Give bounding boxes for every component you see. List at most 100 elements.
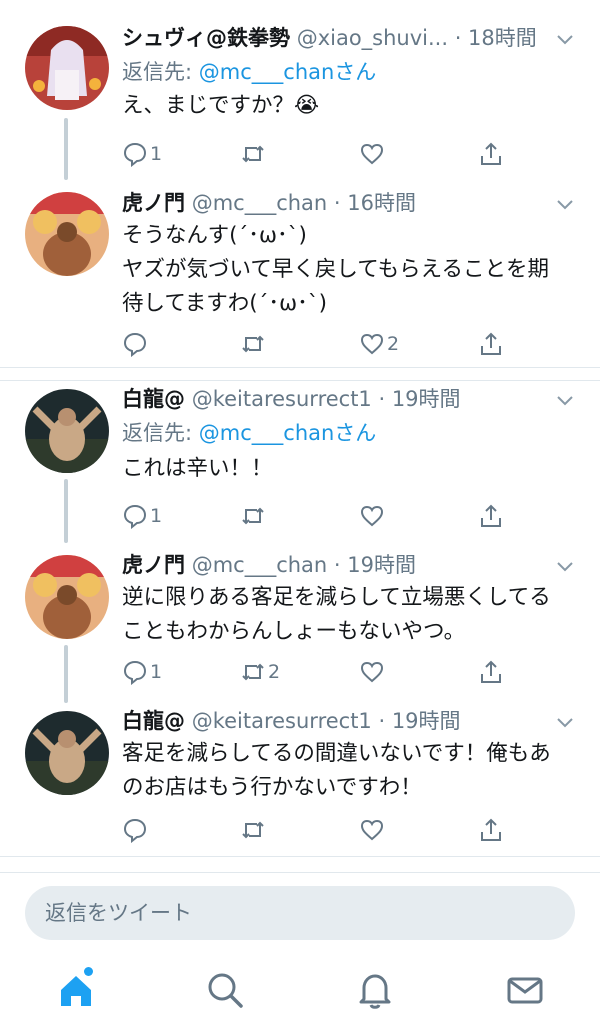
tweet-header: シュヴィ@鉄拳勢 @xiao_shuvi... · 18時間	[122, 21, 560, 55]
tweet[interactable]: 白龍@ @keitaresurrect1 · 19時間 返信先: @mc___c…	[0, 381, 600, 543]
reply-button[interactable]	[122, 327, 150, 361]
share-button[interactable]	[478, 327, 504, 361]
reply-composer-input[interactable]: 返信をツイート	[25, 886, 575, 940]
retweet-button[interactable]: 2	[240, 655, 280, 689]
tweet-text-line: え、まじですか？😭	[122, 93, 320, 118]
tweet[interactable]: シュヴィ@鉄拳勢 @xiao_shuvi... · 18時間 返信先: @mc_…	[0, 0, 600, 185]
home-icon	[61, 976, 91, 1006]
tweet[interactable]: 虎ノ門 @mc___chan · 19時間 逆に限りある客足を減らして立場悪くし…	[0, 543, 600, 703]
tweet[interactable]: 虎ノ門 @mc___chan · 16時間 そうなんす(´･ω･`) ヤズが気づ…	[0, 185, 600, 367]
share-icon	[481, 142, 501, 165]
display-name[interactable]: 白龍@	[122, 387, 185, 411]
share-button[interactable]	[478, 655, 504, 689]
tab-home[interactable]	[56, 967, 96, 1010]
tweet-text: これは辛い！！	[122, 452, 578, 486]
reply-icon	[123, 332, 147, 357]
retweet-button[interactable]	[240, 813, 268, 847]
like-button[interactable]	[359, 655, 387, 689]
tweet[interactable]: 白龍@ @keitaresurrect1 · 19時間 客足を減らしてるの間違い…	[0, 703, 600, 856]
heart-icon	[360, 819, 384, 841]
display-name[interactable]: 虎ノ門	[122, 191, 185, 215]
reply-to-prefix: 返信先:	[122, 60, 199, 84]
tweet-header: 白龍@ @keitaresurrect1 · 19時間	[122, 382, 560, 416]
display-name[interactable]: シュヴィ@鉄拳勢	[122, 26, 290, 50]
chevron-down-icon[interactable]	[556, 391, 574, 409]
avatar[interactable]	[25, 555, 109, 639]
like-count: 2	[387, 333, 400, 355]
handle-time: @mc___chan · 19時間	[191, 553, 416, 577]
chevron-down-icon[interactable]	[556, 195, 574, 213]
divider	[0, 872, 600, 873]
reply-icon	[123, 504, 147, 529]
retweet-icon	[242, 821, 264, 839]
reply-to: 返信先: @mc___chanさん	[122, 416, 376, 450]
tweet-text-line: そうなんす(´･ω･`)	[122, 223, 307, 248]
heart-icon	[360, 661, 384, 683]
tweet-text-line: 逆に限りある客足を減らして立場悪くしてる	[122, 585, 551, 610]
tweet-text-line: これは辛い！！	[122, 456, 273, 481]
retweet-button[interactable]	[240, 327, 268, 361]
share-icon	[481, 504, 501, 527]
reply-to-prefix: 返信先:	[122, 421, 199, 445]
reply-to: 返信先: @mc___chanさん	[122, 55, 376, 89]
conversation-separator	[0, 367, 600, 381]
avatar[interactable]	[25, 192, 109, 276]
thread-line	[64, 645, 68, 703]
tweet-actions: 2	[122, 327, 512, 361]
reply-button[interactable]: 1	[122, 137, 162, 171]
reply-count: 1	[150, 505, 163, 527]
handle-time: @mc___chan · 16時間	[191, 191, 416, 215]
like-button[interactable]: 2	[359, 327, 399, 361]
search-icon	[208, 973, 243, 1008]
tweet-text: そうなんす(´･ω･`) ヤズが気づいて早く戻してもらえることを期 待してますわ…	[122, 219, 578, 321]
chevron-down-icon[interactable]	[556, 30, 574, 48]
reply-button[interactable]: 1	[122, 499, 162, 533]
avatar[interactable]	[25, 26, 109, 110]
heart-icon	[360, 143, 384, 165]
share-icon	[481, 332, 501, 355]
tab-messages[interactable]	[505, 970, 545, 1010]
reply-icon	[123, 818, 147, 843]
tweet-actions: 1	[122, 499, 512, 533]
retweet-button[interactable]	[240, 499, 268, 533]
share-button[interactable]	[478, 813, 504, 847]
display-name[interactable]: 白龍@	[122, 709, 185, 733]
retweet-button[interactable]	[240, 137, 268, 171]
chevron-down-icon[interactable]	[556, 713, 574, 731]
mention-link[interactable]: @mc___chanさん	[199, 60, 377, 84]
tab-search[interactable]	[205, 970, 245, 1010]
chevron-down-icon[interactable]	[556, 557, 574, 575]
retweet-icon	[242, 507, 264, 525]
retweet-count: 2	[268, 661, 281, 683]
tab-notifications[interactable]	[355, 970, 395, 1010]
tweet-text: 逆に限りある客足を減らして立場悪くしてる こともわからんしょーもないやつ。	[122, 581, 578, 649]
tweet-header: 白龍@ @keitaresurrect1 · 19時間	[122, 704, 560, 738]
share-button[interactable]	[478, 499, 504, 533]
heart-icon	[360, 333, 384, 355]
notifications-icon	[359, 974, 391, 1009]
reply-button[interactable]	[122, 813, 150, 847]
mention-link[interactable]: @mc___chanさん	[199, 421, 377, 445]
reply-icon	[123, 142, 147, 167]
reply-button[interactable]: 1	[122, 655, 162, 689]
messages-icon	[507, 977, 543, 1004]
tweet-text-line: 客足を減らしてるの間違いないです！俺もあ	[122, 741, 551, 766]
like-button[interactable]	[359, 813, 387, 847]
tweet-text: 客足を減らしてるの間違いないです！俺もあ のお店はもう行かないですわ！	[122, 737, 578, 805]
avatar[interactable]	[25, 711, 109, 795]
tweet-text: え、まじですか？😭	[122, 89, 578, 123]
display-name[interactable]: 虎ノ門	[122, 553, 185, 577]
new-content-dot	[84, 967, 93, 976]
reply-composer-placeholder: 返信をツイート	[45, 901, 192, 925]
tweet-actions: 1	[122, 137, 512, 171]
thread-line	[64, 479, 68, 543]
tweet-header: 虎ノ門 @mc___chan · 19時間	[122, 548, 560, 582]
avatar[interactable]	[25, 389, 109, 473]
like-button[interactable]	[359, 499, 387, 533]
like-button[interactable]	[359, 137, 387, 171]
handle-time: @keitaresurrect1 · 19時間	[191, 709, 461, 733]
share-icon	[481, 818, 501, 841]
retweet-icon	[242, 145, 264, 163]
handle-time: @keitaresurrect1 · 19時間	[191, 387, 461, 411]
share-button[interactable]	[478, 137, 504, 171]
